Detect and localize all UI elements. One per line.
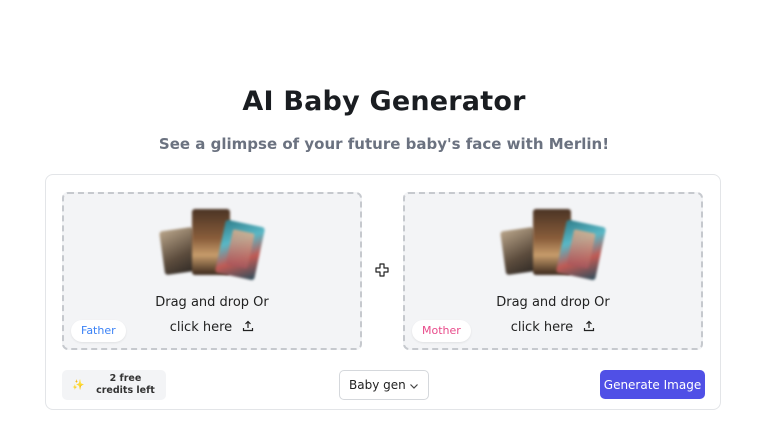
plus-icon xyxy=(375,263,389,277)
click-here-label: click here xyxy=(169,320,233,335)
chevron-down-icon xyxy=(410,384,418,389)
baby-gender-value: Baby gender xyxy=(349,378,405,392)
generate-image-button[interactable]: Generate Image xyxy=(600,370,705,399)
page-subtitle: See a glimpse of your future baby's face… xyxy=(158,135,610,153)
mother-tag: Mother xyxy=(412,320,471,342)
page-title: AI Baby Generator xyxy=(242,86,526,117)
drag-drop-text: Drag and drop Or xyxy=(496,295,610,310)
mother-upload-zone[interactable]: Drag and drop Or click here Mother xyxy=(403,192,703,350)
baby-gender-select[interactable]: Baby gender xyxy=(339,370,429,400)
drag-drop-text: Drag and drop Or xyxy=(155,295,269,310)
father-tag: Father xyxy=(71,320,126,342)
credits-badge: ✨ 2 free credits left xyxy=(62,370,166,400)
sample-photos-collage xyxy=(159,209,266,281)
upload-icon xyxy=(243,320,254,332)
click-here-label: click here xyxy=(510,320,574,335)
father-upload-zone[interactable]: Drag and drop Or click here Father xyxy=(62,192,362,350)
sample-photos-collage xyxy=(500,209,607,281)
credits-label: 2 free credits left xyxy=(96,373,155,396)
sparkle-icon: ✨ xyxy=(72,379,85,391)
generator-card: Drag and drop Or click here Father Drag … xyxy=(45,174,721,410)
upload-icon xyxy=(584,320,595,332)
